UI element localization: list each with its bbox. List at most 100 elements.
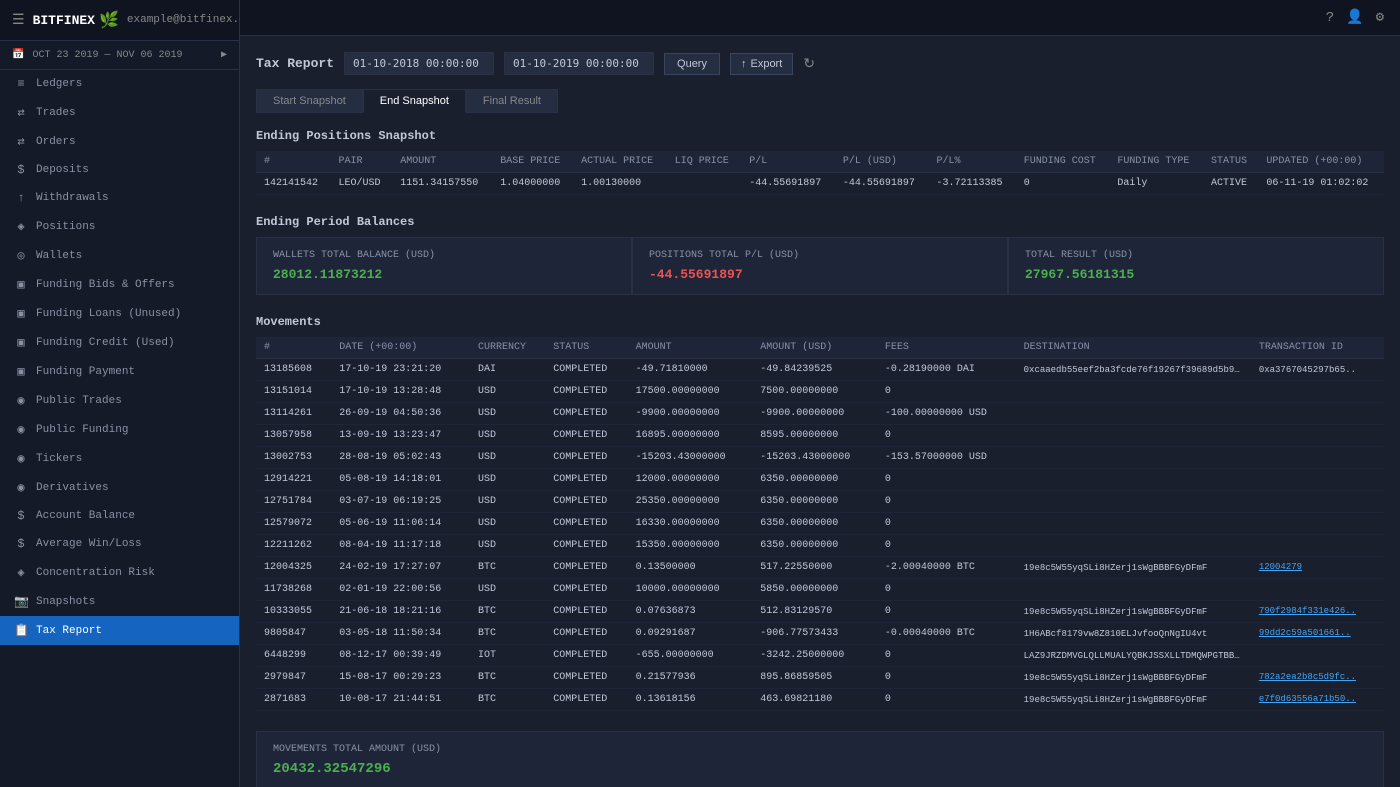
sidebar-item-public-funding[interactable]: ◉ Public Funding [0,415,239,444]
cell-txid [1251,645,1384,667]
cell-num: 12914221 [256,469,331,491]
mov-col-currency: CURRENCY [470,337,545,359]
nav-label-account-balance: Account Balance [36,510,135,522]
nav-label-funding-bids: Funding Bids & Offers [36,279,175,291]
ledgers-icon: ≡ [14,77,28,91]
movements-total-box: MOVEMENTS TOTAL AMOUNT (USD) 20432.32547… [256,731,1384,787]
cell-num: 9805847 [256,623,331,645]
sidebar-item-orders[interactable]: ⇄ Orders [0,127,239,156]
cell-fees: 0 [877,689,1016,711]
col-actual-price: ACTUAL PRICE [573,151,667,173]
cell-date: 21-06-18 18:21:16 [331,601,470,623]
table-row: 13185608 17-10-19 23:21:20 DAI COMPLETED… [256,359,1384,381]
tab-end-snapshot[interactable]: End Snapshot [363,89,466,113]
cell-fees: 0 [877,491,1016,513]
cell-status: COMPLETED [545,447,627,469]
cell-date: 08-12-17 00:39:49 [331,645,470,667]
nav-label-snapshots: Snapshots [36,596,95,608]
cell-fees: 0 [877,579,1016,601]
cell-amount-usd: 517.22550000 [752,557,877,579]
nav-label-tickers: Tickers [36,453,82,465]
nav-label-ledgers: Ledgers [36,78,82,90]
cell-currency: USD [470,513,545,535]
nav-label-average-win-loss: Average Win/Loss [36,538,142,550]
table-row: 13057958 13-09-19 13:23:47 USD COMPLETED… [256,425,1384,447]
col-updated: UPDATED (+00:00) [1258,151,1384,173]
sidebar-item-derivatives[interactable]: ◉ Derivatives [0,473,239,502]
cell-status: COMPLETED [545,601,627,623]
derivatives-icon: ◉ [14,480,28,495]
cell-actual-price: 1.00130000 [573,173,667,195]
query-button[interactable]: Query [664,53,720,75]
app-logo: BITFINEX 🌿 [33,10,119,30]
table-row: 6448299 08-12-17 00:39:49 IOT COMPLETED … [256,645,1384,667]
mov-col-date: DATE (+00:00) [331,337,470,359]
trades-icon: ⇄ [14,105,28,120]
date-range-bar[interactable]: 📅 OCT 23 2019 — NOV 06 2019 ▶ [0,41,239,70]
sidebar-item-wallets[interactable]: ◎ Wallets [0,241,239,270]
sidebar-item-funding-bids[interactable]: ▣ Funding Bids & Offers [0,270,239,299]
export-button[interactable]: ↑ Export [730,53,793,75]
sidebar-item-ledgers[interactable]: ≡ Ledgers [0,70,239,98]
ending-balances-title: Ending Period Balances [256,215,1384,229]
sidebar-item-account-balance[interactable]: $ Account Balance [0,502,239,530]
help-icon[interactable]: ? [1326,10,1334,26]
tab-final-result[interactable]: Final Result [466,89,558,113]
cell-date: 02-01-19 22:00:56 [331,579,470,601]
sidebar-header: ☰ BITFINEX 🌿 example@bitfinex.com [0,0,239,41]
wallets-balance-value: 28012.11873212 [273,267,615,282]
refresh-button[interactable]: ↻ [803,55,815,72]
sidebar-item-snapshots[interactable]: 📷 Snapshots [0,587,239,616]
col-status: STATUS [1203,151,1258,173]
ending-positions-title: Ending Positions Snapshot [256,129,1384,143]
cell-destination: 0xcaaedb55eef2ba3fcde76f19267f39689d5b96… [1016,359,1251,381]
sidebar: ☰ BITFINEX 🌿 example@bitfinex.com 📅 OCT … [0,0,240,787]
sidebar-item-deposits[interactable]: $ Deposits [0,156,239,184]
tx-link[interactable]: 790f2984f331e426.. [1259,606,1356,616]
sidebar-item-funding-payment[interactable]: ▣ Funding Payment [0,357,239,386]
sidebar-item-tickers[interactable]: ◉ Tickers [0,444,239,473]
cell-amount: 25350.00000000 [628,491,753,513]
col-pair: PAIR [330,151,392,173]
settings-icon[interactable]: ⚙ [1376,9,1384,26]
end-date-input[interactable] [504,52,654,75]
tx-link[interactable]: e7f0d63556a71b50.. [1259,694,1356,704]
cell-date: 03-05-18 11:50:34 [331,623,470,645]
logo-leaf-icon: 🌿 [99,10,119,30]
menu-icon[interactable]: ☰ [12,12,25,29]
sidebar-item-trades[interactable]: ⇄ Trades [0,98,239,127]
sidebar-item-funding-credit[interactable]: ▣ Funding Credit (Used) [0,328,239,357]
logo-text: BITFINEX [33,13,95,28]
table-row: 12579072 05-06-19 11:06:14 USD COMPLETED… [256,513,1384,535]
cell-destination [1016,425,1251,447]
sidebar-item-tax-report[interactable]: 📋 Tax Report [0,616,239,645]
cell-fees: -153.57000000 USD [877,447,1016,469]
cell-amount: 1151.34157550 [392,173,492,195]
sidebar-item-concentration-risk[interactable]: ◈ Concentration Risk [0,558,239,587]
sidebar-item-average-win-loss[interactable]: $ Average Win/Loss [0,530,239,558]
snapshot-tabs: Start Snapshot End Snapshot Final Result [256,89,1384,113]
date-range-label: OCT 23 2019 — NOV 06 2019 [32,50,182,61]
user-icon[interactable]: 👤 [1346,9,1363,26]
cell-currency: BTC [470,601,545,623]
sidebar-item-public-trades[interactable]: ◉ Public Trades [0,386,239,415]
sidebar-item-positions[interactable]: ◈ Positions [0,212,239,241]
tx-link[interactable]: 782a2ea2b8c5d9fc.. [1259,672,1356,682]
mov-col-txid: TRANSACTION ID [1251,337,1384,359]
start-date-input[interactable] [344,52,494,75]
total-result-box: TOTAL RESULT (USD) 27967.56181315 [1008,237,1384,295]
tx-link[interactable]: 99dd2c59a501661.. [1259,628,1351,638]
movements-table: # DATE (+00:00) CURRENCY STATUS AMOUNT A… [256,337,1384,711]
cell-funding-cost: 0 [1016,173,1110,195]
cell-fees: -2.00040000 BTC [877,557,1016,579]
sidebar-item-withdrawals[interactable]: ↑ Withdrawals [0,184,239,212]
tab-start-snapshot[interactable]: Start Snapshot [256,89,363,113]
cell-status: COMPLETED [545,689,627,711]
cell-num: 12751784 [256,491,331,513]
sidebar-item-funding-loans[interactable]: ▣ Funding Loans (Unused) [0,299,239,328]
withdrawals-icon: ↑ [14,191,28,205]
cell-txid [1251,535,1384,557]
tx-link[interactable]: 12004279 [1259,562,1302,572]
tickers-icon: ◉ [14,451,28,466]
content-area: Tax Report Query ↑ Export ↻ Start Snapsh… [240,36,1400,787]
